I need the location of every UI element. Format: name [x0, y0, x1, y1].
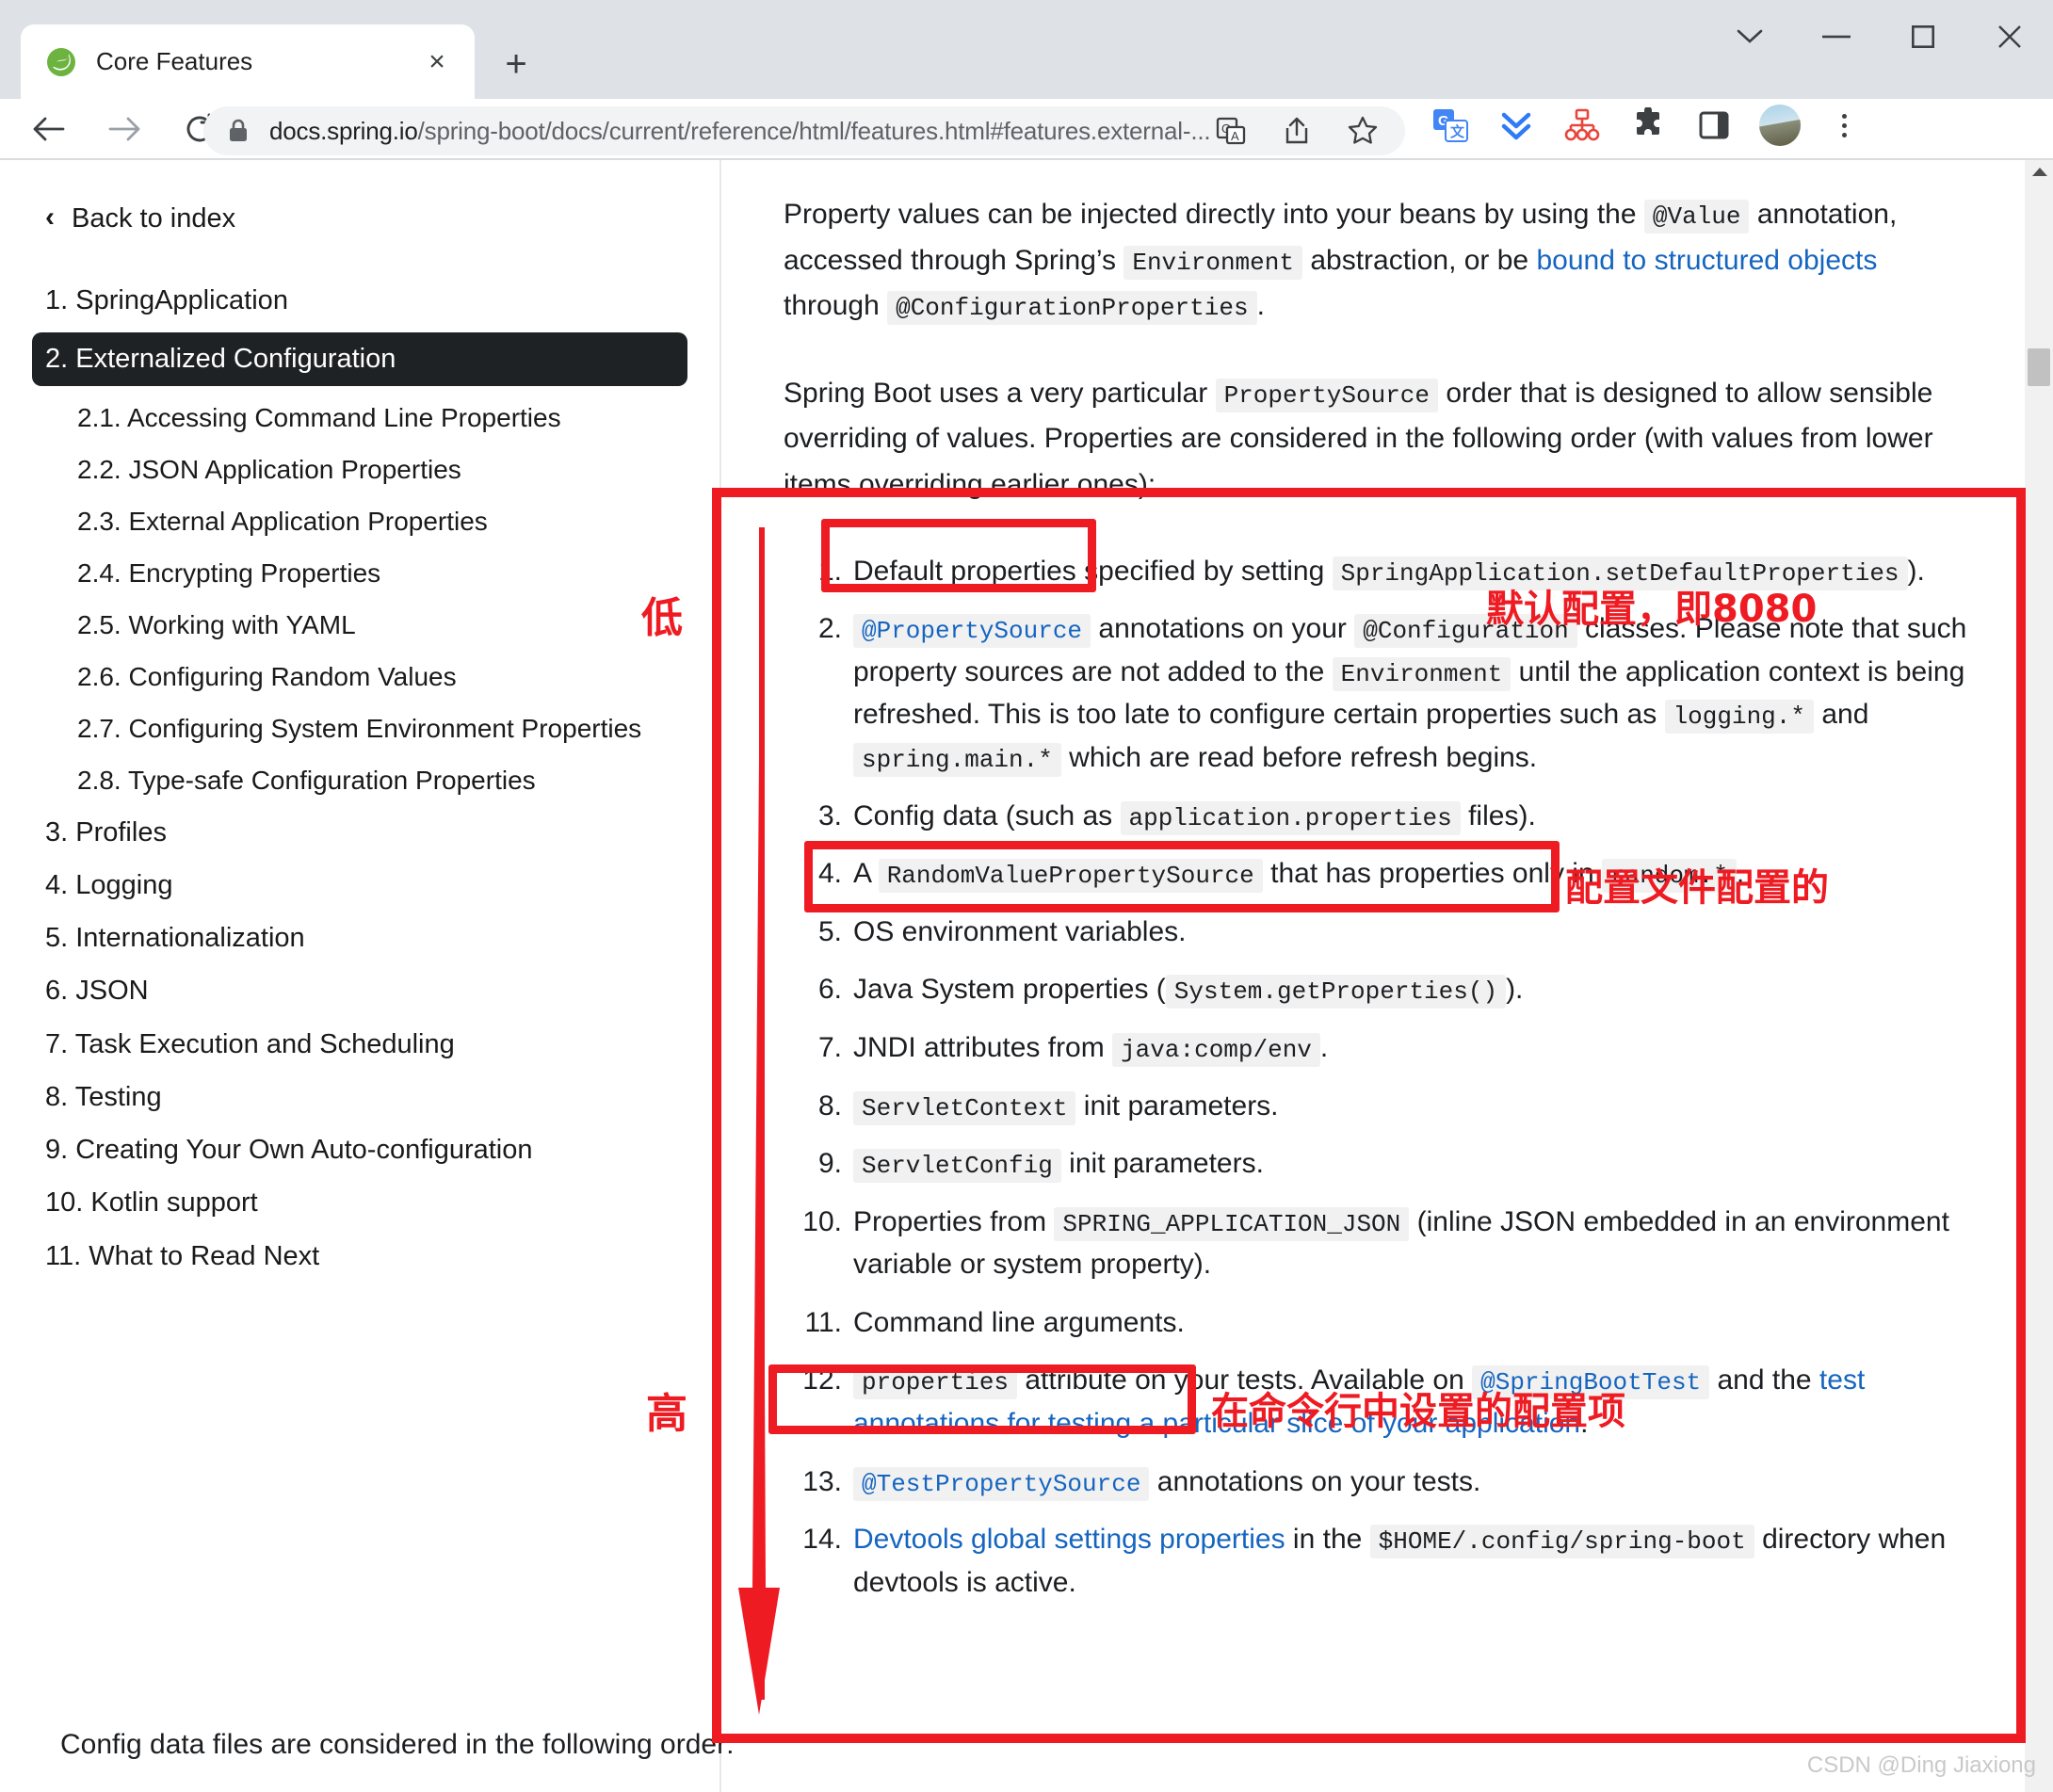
- bottom-mask: [723, 1784, 2025, 1792]
- sidebar-item-internationalization[interactable]: 5. Internationalization: [0, 912, 719, 964]
- annotation-outer-box: [712, 488, 2026, 1743]
- downward-arrow-icon: [731, 524, 787, 1715]
- intro-paragraph-1: Property values can be injected directly…: [784, 192, 1968, 330]
- p1-text-c: abstraction, or be: [1301, 244, 1537, 276]
- csdn-watermark: CSDN @Ding Jiaxiong: [1806, 1752, 2036, 1778]
- spring-leaf-icon: [45, 46, 77, 78]
- link-bound-to-structured-objects[interactable]: bound to structured objects: [1536, 245, 1877, 276]
- download-manager-icon[interactable]: [1495, 105, 1537, 146]
- new-tab-button[interactable]: +: [490, 38, 542, 90]
- bookmark-star-icon[interactable]: [1342, 110, 1383, 152]
- browser-window: Core Features × + docs.spring.io/spring-…: [0, 0, 2053, 1792]
- sitemap-extension-icon[interactable]: [1561, 105, 1603, 146]
- maximize-icon[interactable]: [1880, 7, 1966, 67]
- page-scrollbar[interactable]: [2025, 160, 2053, 1792]
- forward-icon[interactable]: [94, 99, 154, 159]
- sidebar-item-kotlin-support[interactable]: 10. Kotlin support: [0, 1176, 719, 1229]
- annotation-label-low: 低: [641, 594, 683, 642]
- tab-search-chevron-icon[interactable]: [1706, 7, 1793, 67]
- code-propertysource: PropertySource: [1215, 378, 1438, 412]
- sidebar-item-external-application-properties[interactable]: 2.3. External Application Properties: [0, 495, 719, 547]
- url-host: docs.spring.io: [269, 116, 418, 145]
- extensions-puzzle-icon[interactable]: [1627, 105, 1669, 146]
- annotation-note-default: 默认配置，即8080: [1486, 588, 1818, 631]
- annotation-note-command-line: 在命令行中设置的配置项: [1211, 1390, 1625, 1433]
- scroll-up-arrow-icon[interactable]: [2032, 168, 2047, 176]
- side-panel-icon[interactable]: [1693, 105, 1735, 146]
- chevron-left-icon: ‹: [45, 201, 55, 233]
- share-icon[interactable]: [1276, 110, 1317, 152]
- sidebar-item-json-application-properties[interactable]: 2.2. JSON Application Properties: [0, 444, 719, 495]
- browser-toolbar: docs.spring.io/spring-boot/docs/current/…: [0, 99, 2053, 158]
- annotation-note-config-file: 配置文件配置的: [1565, 866, 1829, 910]
- sidebar-item-creating-your-own-auto-configuration[interactable]: 9. Creating Your Own Auto-configuration: [0, 1123, 719, 1176]
- p2-text-a: Spring Boot uses a very particular: [784, 377, 1216, 409]
- cut-off-paragraph: Config data files are considered in the …: [60, 1729, 735, 1760]
- back-icon[interactable]: [19, 99, 79, 159]
- translate-page-icon[interactable]: G A: [1210, 110, 1252, 152]
- code-environment: Environment: [1123, 245, 1302, 280]
- profile-avatar[interactable]: [1759, 105, 1801, 146]
- sidebar-item-encrypting-properties[interactable]: 2.4. Encrypting Properties: [0, 547, 719, 599]
- close-icon[interactable]: ×: [416, 41, 458, 83]
- tab-title: Core Features: [96, 47, 253, 75]
- annotation-box-default-properties: [821, 519, 1096, 592]
- code-configurationproperties: @ConfigurationProperties: [887, 291, 1257, 326]
- sidebar-item-json[interactable]: 6. JSON: [0, 964, 719, 1017]
- sidebar-item-type-safe-configuration-properties[interactable]: 2.8. Type-safe Configuration Properties: [0, 754, 719, 806]
- close-window-icon[interactable]: [1966, 7, 2053, 67]
- sidebar-item-externalized-configuration[interactable]: 2. Externalized Configuration: [32, 332, 687, 386]
- browser-tab-core-features[interactable]: Core Features ×: [21, 24, 475, 99]
- minimize-icon[interactable]: [1793, 7, 1880, 67]
- sidebar-item-springapplication[interactable]: 1. SpringApplication: [0, 274, 719, 327]
- sidebar-item-configuring-random-values[interactable]: 2.6. Configuring Random Values: [0, 651, 719, 702]
- sidebar-item-accessing-command-line-properties[interactable]: 2.1. Accessing Command Line Properties: [0, 392, 719, 444]
- svg-text:A: A: [1231, 129, 1239, 143]
- scrollbar-thumb[interactable]: [2028, 348, 2050, 386]
- lock-icon: [228, 119, 249, 143]
- docs-sidebar: ‹ Back to index 1. SpringApplication 2. …: [0, 160, 721, 1792]
- p1-text-a: Property values can be injected directly…: [784, 199, 1644, 230]
- extension-icons: G 文: [1430, 105, 1863, 146]
- sidebar-nav-list: 1. SpringApplication 2. Externalized Con…: [0, 274, 719, 1283]
- sidebar-item-profiles[interactable]: 3. Profiles: [0, 806, 719, 859]
- tab-strip: Core Features × +: [0, 0, 2053, 99]
- chrome-menu-icon[interactable]: [1825, 105, 1863, 146]
- sidebar-item-logging[interactable]: 4. Logging: [0, 859, 719, 912]
- sidebar-item-what-to-read-next[interactable]: 11. What to Read Next: [0, 1230, 719, 1283]
- annotation-box-config-data: [804, 841, 1560, 912]
- code-value-annotation: @Value: [1643, 200, 1750, 234]
- address-bar[interactable]: docs.spring.io/spring-boot/docs/current/…: [203, 106, 1405, 155]
- annotation-box-command-line-arguments: [768, 1364, 1196, 1434]
- p1-text-e: .: [1256, 290, 1265, 322]
- sidebar-item-task-execution-and-scheduling[interactable]: 7. Task Execution and Scheduling: [0, 1018, 719, 1071]
- annotation-label-high: 高: [646, 1390, 687, 1438]
- sidebar-item-testing[interactable]: 8. Testing: [0, 1071, 719, 1123]
- sidebar-item-configuring-system-environment-properties[interactable]: 2.7. Configuring System Environment Prop…: [0, 702, 719, 754]
- url-path: /spring-boot/docs/current/reference/html…: [417, 116, 1211, 145]
- google-translate-extension-icon[interactable]: G 文: [1430, 105, 1471, 146]
- back-to-index-link[interactable]: ‹ Back to index: [0, 194, 719, 244]
- url-text: docs.spring.io/spring-boot/docs/current/…: [269, 116, 1211, 146]
- window-controls: [1695, 0, 2053, 73]
- back-to-index-label: Back to index: [72, 203, 236, 234]
- svg-text:文: 文: [1450, 123, 1465, 140]
- sidebar-item-working-with-yaml[interactable]: 2.5. Working with YAML: [0, 599, 719, 651]
- omnibox-actions: G A: [1210, 110, 1389, 152]
- p1-text-d: through: [784, 290, 888, 322]
